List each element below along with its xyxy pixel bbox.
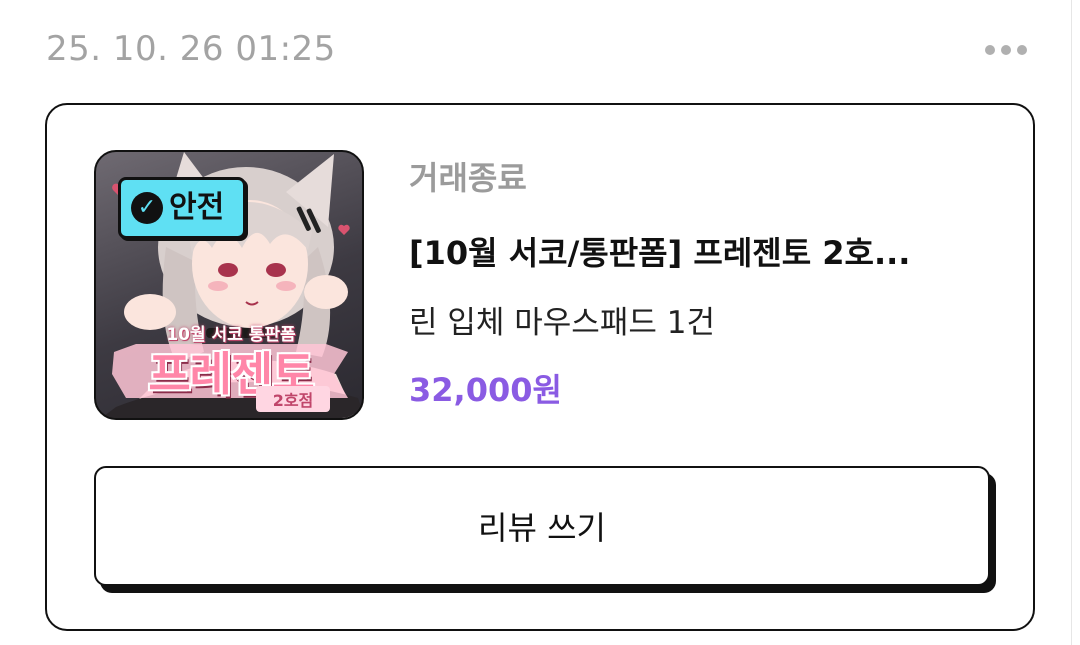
more-horizontal-icon-dot <box>1001 45 1011 55</box>
write-review-button[interactable]: 리뷰 쓰기 <box>94 466 990 586</box>
more-options-button[interactable] <box>980 34 1032 66</box>
product-title[interactable]: [10월 서코/통판폼] 프레젠토 2호... <box>409 232 969 274</box>
more-horizontal-icon <box>985 45 995 55</box>
check-circle-icon: ✓ <box>131 192 163 224</box>
order-status: 거래종료 <box>409 159 527 197</box>
more-horizontal-icon-dot <box>1017 45 1027 55</box>
product-price: 32,000원 <box>409 371 562 409</box>
order-card: ✓ 안전 10월 서코 통판폼 프레젠토 2호점 거래종료 [10월 서코/통판… <box>45 103 1035 631</box>
safe-badge: ✓ 안전 <box>118 177 246 239</box>
product-option: 린 입체 마우스패드 1건 <box>409 305 715 341</box>
scrollbar-edge <box>1071 0 1072 645</box>
safe-badge-label: 안전 <box>169 190 225 225</box>
write-review-label: 리뷰 쓰기 <box>478 509 606 547</box>
product-thumbnail[interactable]: ✓ 안전 10월 서코 통판폼 프레젠토 2호점 <box>94 150 364 420</box>
artwork-tag: 2호점 <box>256 386 330 412</box>
order-history-page: 25. 10. 26 01:25 ✓ 안전 10월 서코 통판폼 프레젠토 2호… <box>0 0 1080 645</box>
order-timestamp: 25. 10. 26 01:25 <box>46 29 336 69</box>
